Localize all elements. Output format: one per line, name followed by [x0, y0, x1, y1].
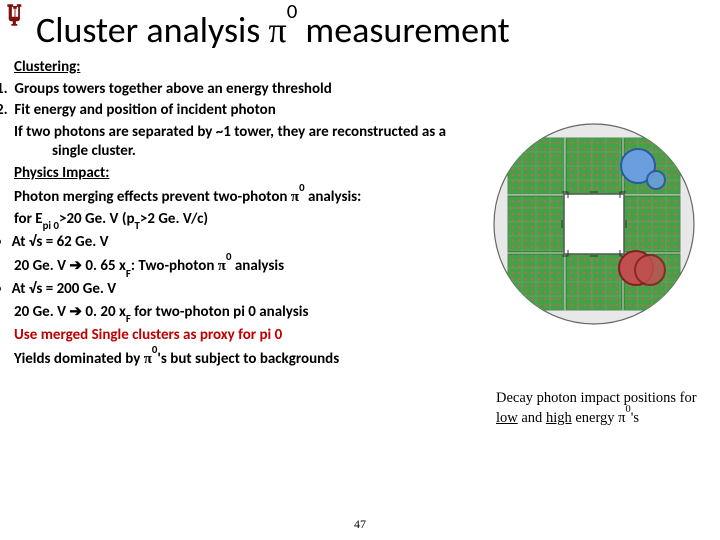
bullet-200: • At √s = 200 Ge. V — [14, 280, 474, 300]
clustering-head: Clustering: — [14, 58, 474, 78]
bullet-200-detail: 20 Ge. V ➔ 0. 20 xF for two-photon pi 0 … — [14, 302, 474, 324]
title-post: measurement — [297, 8, 509, 52]
bullet-62: • At √s = 62 Ge. V — [14, 233, 474, 253]
detector-diagram — [490, 120, 698, 328]
physics-head: Physics Impact: — [14, 164, 474, 184]
title-pre: Cluster analysis — [36, 8, 269, 52]
yields-line: Yields dominated by π0's but subject to … — [14, 347, 474, 370]
text-column: Clustering: 1. Groups towers together ab… — [14, 58, 474, 372]
cond-line: for Epi 0>20 Ge. V (pT>2 Ge. V/c) — [14, 210, 474, 231]
slide-title: Cluster analysis π0 measurement — [36, 8, 706, 52]
title-pi: π — [269, 10, 287, 50]
title-sup: 0 — [287, 0, 298, 24]
merge-line: Photon merging effects prevent two-photo… — [14, 185, 474, 208]
figure-column: Decay photon impact positions for low an… — [490, 120, 712, 427]
separation-note: If two photons are separated by ~1 tower… — [14, 123, 474, 162]
item-2: 2. Fit energy and position of incident p… — [14, 101, 474, 121]
figure-caption: Decay photon impact positions for low an… — [490, 389, 712, 427]
item-1: 1. Groups towers together above an energ… — [14, 80, 474, 100]
page-number: 47 — [0, 517, 720, 532]
use-merged-line: Use merged Single clusters as proxy for … — [14, 326, 474, 346]
bullet-62-detail: 20 Ge. V ➔ 0. 65 xF: Two-photon π0 analy… — [14, 254, 474, 278]
iu-trident-logo — [6, 4, 24, 26]
